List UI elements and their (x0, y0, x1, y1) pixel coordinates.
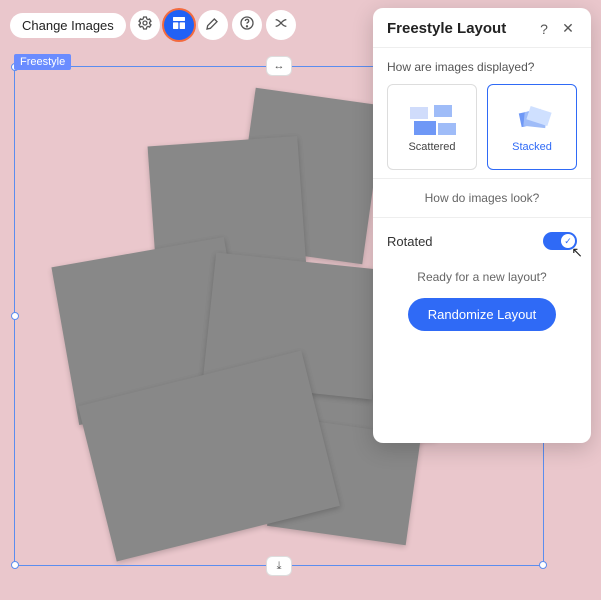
freestyle-layout-panel: Freestyle Layout ? ✕ How are images disp… (373, 8, 591, 443)
panel-close-button[interactable]: ✕ (559, 20, 577, 37)
resize-handle-w[interactable] (11, 312, 19, 320)
help-button[interactable] (232, 10, 262, 40)
element-type-badge: Freestyle (14, 54, 71, 70)
display-question: How are images displayed? (387, 60, 577, 74)
randomize-layout-button[interactable]: Randomize Layout (408, 298, 556, 331)
rotated-label: Rotated (387, 234, 433, 249)
design-button[interactable] (198, 10, 228, 40)
question-icon: ? (540, 21, 548, 37)
download-button[interactable]: ⤓ (266, 556, 292, 576)
brush-icon (205, 15, 221, 36)
rotated-row: Rotated ✓ ↖ (387, 228, 577, 258)
option-scattered[interactable]: Scattered (387, 84, 477, 170)
panel-title: Freestyle Layout (387, 20, 529, 37)
option-label: Scattered (408, 141, 455, 153)
resize-handle-sw[interactable] (11, 561, 19, 569)
animate-button[interactable] (266, 10, 296, 40)
option-label: Stacked (512, 141, 552, 153)
look-section-header: How do images look? (373, 178, 591, 218)
option-stacked[interactable]: Stacked (487, 84, 577, 170)
panel-header: Freestyle Layout ? ✕ (373, 8, 591, 48)
change-images-button[interactable]: Change Images (10, 13, 126, 38)
layout-button[interactable] (164, 10, 194, 40)
editor-toolbar: Change Images (10, 10, 296, 40)
stretch-button[interactable]: ↔ (266, 56, 292, 76)
display-options: Scattered Stacked (387, 84, 577, 170)
layout-icon (171, 15, 187, 36)
settings-button[interactable] (130, 10, 160, 40)
resize-handle-se[interactable] (539, 561, 547, 569)
panel-help-button[interactable]: ? (535, 21, 553, 37)
close-icon: ✕ (562, 20, 574, 36)
toggle-knob: ✓ (561, 234, 575, 248)
download-icon: ⤓ (277, 560, 282, 573)
shuffle-icon (273, 15, 289, 36)
stacked-icon (508, 101, 556, 135)
help-icon (239, 15, 255, 36)
gear-icon (137, 15, 153, 36)
stretch-icon: ↔ (274, 60, 285, 72)
scattered-icon (408, 101, 456, 135)
rotated-toggle[interactable]: ✓ (543, 232, 577, 250)
new-layout-question: Ready for a new layout? (387, 270, 577, 284)
